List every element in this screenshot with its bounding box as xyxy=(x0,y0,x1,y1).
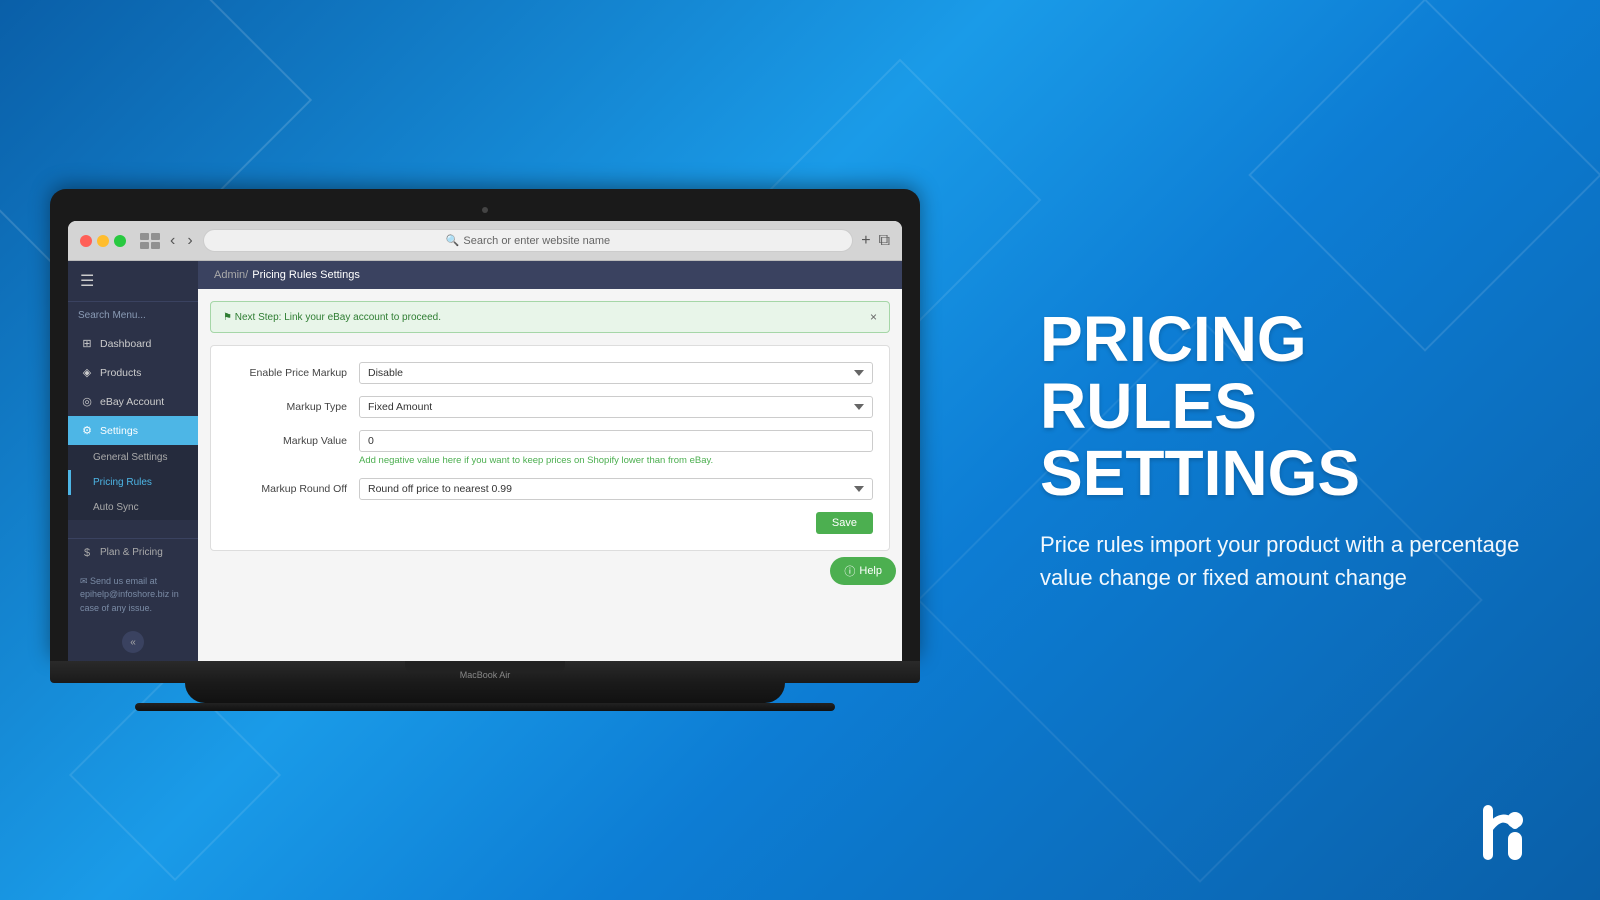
sidebar-item-dashboard[interactable]: ⊞ Dashboard xyxy=(68,329,198,358)
address-bar-text: Search or enter website name xyxy=(463,235,610,247)
plan-icon: $ xyxy=(80,547,94,559)
breadcrumb-current: Pricing Rules Settings xyxy=(252,269,360,281)
round-off-label: Markup Round Off xyxy=(227,478,347,495)
products-icon: ◈ xyxy=(80,366,94,379)
sidebar-sub-item-general-settings[interactable]: General Settings xyxy=(68,445,198,470)
enable-markup-label: Enable Price Markup xyxy=(227,362,347,379)
markup-value-field: Add negative value here if you want to k… xyxy=(359,430,873,466)
sidebar-item-label: eBay Account xyxy=(100,396,164,408)
sidebar-contact: ✉ Send us email at epihelp@infoshore.biz… xyxy=(68,567,198,624)
laptop-screen-outer: ‹ › 🔍 Search or enter website name + ⧉ xyxy=(50,189,920,711)
settings-card: Enable Price Markup DisableEnable Markup… xyxy=(210,345,890,551)
form-row-markup-type: Markup Type Fixed AmountPercentage xyxy=(227,396,873,418)
title-line1: PRICING RULES xyxy=(1040,303,1307,442)
form-row-round-off: Markup Round Off Round off price to near… xyxy=(227,478,873,500)
help-button[interactable]: ⓘ Help xyxy=(830,557,896,585)
tab-grid-icon xyxy=(140,233,160,249)
markup-value-label: Markup Value xyxy=(227,430,347,447)
back-button[interactable]: ‹ xyxy=(168,232,177,250)
laptop-bottom-bar: MacBook Air xyxy=(50,661,920,683)
page-title: PRICING RULES SETTINGS xyxy=(1040,306,1520,508)
help-label: Help xyxy=(859,565,882,577)
title-line2: SETTINGS xyxy=(1040,438,1360,510)
sub-item-label: Auto Sync xyxy=(93,502,139,513)
search-icon: 🔍 xyxy=(446,234,460,247)
markup-type-field: Fixed AmountPercentage xyxy=(359,396,873,418)
sidebar-item-plan-pricing[interactable]: $ Plan & Pricing xyxy=(68,539,198,567)
enable-markup-select[interactable]: DisableEnable xyxy=(359,362,873,384)
traffic-lights xyxy=(80,235,126,247)
camera-dot xyxy=(482,207,488,213)
main-content: Admin/ Pricing Rules Settings ⚑ Next Ste… xyxy=(198,261,902,661)
sidebar-sub-items: General Settings Pricing Rules Auto Sync xyxy=(68,445,198,520)
menu-icon: ☰ xyxy=(80,271,94,291)
page-subtitle: Price rules import your product with a p… xyxy=(1040,528,1520,594)
browser-chrome: ‹ › 🔍 Search or enter website name + ⧉ xyxy=(68,221,902,261)
alert-close-button[interactable]: × xyxy=(870,310,877,324)
dashboard-icon: ⊞ xyxy=(80,337,94,350)
address-bar[interactable]: 🔍 Search or enter website name xyxy=(203,229,854,252)
sub-item-label: Pricing Rules xyxy=(93,477,152,488)
page-body: ⚑ Next Step: Link your eBay account to p… xyxy=(198,289,902,563)
app-content: ☰ Search Menu... ⊞ Dashboard ◈ Products xyxy=(68,261,902,661)
sidebar-item-label: Settings xyxy=(100,425,138,437)
save-button[interactable]: Save xyxy=(816,512,873,534)
form-row-markup-value: Markup Value Add negative value here if … xyxy=(227,430,873,466)
browser-actions: + ⧉ xyxy=(861,232,890,250)
sidebar-bottom-label: Plan & Pricing xyxy=(100,547,163,558)
sidebar-sub-item-auto-sync[interactable]: Auto Sync xyxy=(68,495,198,520)
help-icon: ⓘ xyxy=(844,563,855,579)
sidebar-search[interactable]: Search Menu... xyxy=(68,302,198,329)
sidebar-bottom: $ Plan & Pricing xyxy=(68,538,198,567)
sidebar-item-products[interactable]: ◈ Products xyxy=(68,358,198,387)
form-row-enable-markup: Enable Price Markup DisableEnable xyxy=(227,362,873,384)
close-button[interactable] xyxy=(80,235,92,247)
enable-markup-field: DisableEnable xyxy=(359,362,873,384)
add-tab-icon[interactable]: + xyxy=(861,232,870,250)
sidebar: ☰ Search Menu... ⊞ Dashboard ◈ Products xyxy=(68,261,198,661)
breadcrumb-admin: Admin/ xyxy=(214,269,248,281)
minimize-button[interactable] xyxy=(97,235,109,247)
markup-type-label: Markup Type xyxy=(227,396,347,413)
laptop-label: MacBook Air xyxy=(460,670,511,680)
laptop-stand xyxy=(50,683,920,703)
sidebar-header: ☰ xyxy=(68,261,198,302)
form-actions: Save xyxy=(227,512,873,534)
markup-value-input[interactable] xyxy=(359,430,873,452)
markup-type-select[interactable]: Fixed AmountPercentage xyxy=(359,396,873,418)
laptop-stand-base xyxy=(135,703,835,711)
alert-text: ⚑ Next Step: Link your eBay account to p… xyxy=(223,312,441,323)
laptop: ‹ › 🔍 Search or enter website name + ⧉ xyxy=(50,189,930,711)
forward-button[interactable]: › xyxy=(185,232,194,250)
alert-banner: ⚑ Next Step: Link your eBay account to p… xyxy=(210,301,890,333)
sidebar-item-label: Products xyxy=(100,367,141,379)
sub-item-label: General Settings xyxy=(93,452,168,463)
alert-message: ⚑ Next Step: Link your eBay account to p… xyxy=(223,312,441,323)
browser-window: ‹ › 🔍 Search or enter website name + ⧉ xyxy=(68,221,902,661)
maximize-button[interactable] xyxy=(114,235,126,247)
ebay-icon: ◎ xyxy=(80,395,94,408)
page-header: Admin/ Pricing Rules Settings xyxy=(198,261,902,289)
sidebar-item-settings[interactable]: ⚙ Settings xyxy=(68,416,198,445)
laptop-stand-inner xyxy=(185,683,785,703)
right-panel: PRICING RULES SETTINGS Price rules impor… xyxy=(1040,306,1520,594)
markup-value-hint: Add negative value here if you want to k… xyxy=(359,455,873,466)
round-off-select[interactable]: Round off price to nearest 0.99None xyxy=(359,478,873,500)
laptop-bezel: ‹ › 🔍 Search or enter website name + ⧉ xyxy=(50,189,920,661)
copy-icon[interactable]: ⧉ xyxy=(879,232,890,250)
round-off-field: Round off price to nearest 0.99None xyxy=(359,478,873,500)
settings-icon: ⚙ xyxy=(80,424,94,437)
company-logo xyxy=(1460,790,1540,870)
sidebar-item-ebay-account[interactable]: ◎ eBay Account xyxy=(68,387,198,416)
sidebar-sub-item-pricing-rules[interactable]: Pricing Rules xyxy=(68,470,198,495)
sidebar-item-label: Dashboard xyxy=(100,338,151,350)
collapse-button[interactable]: « xyxy=(122,631,144,653)
